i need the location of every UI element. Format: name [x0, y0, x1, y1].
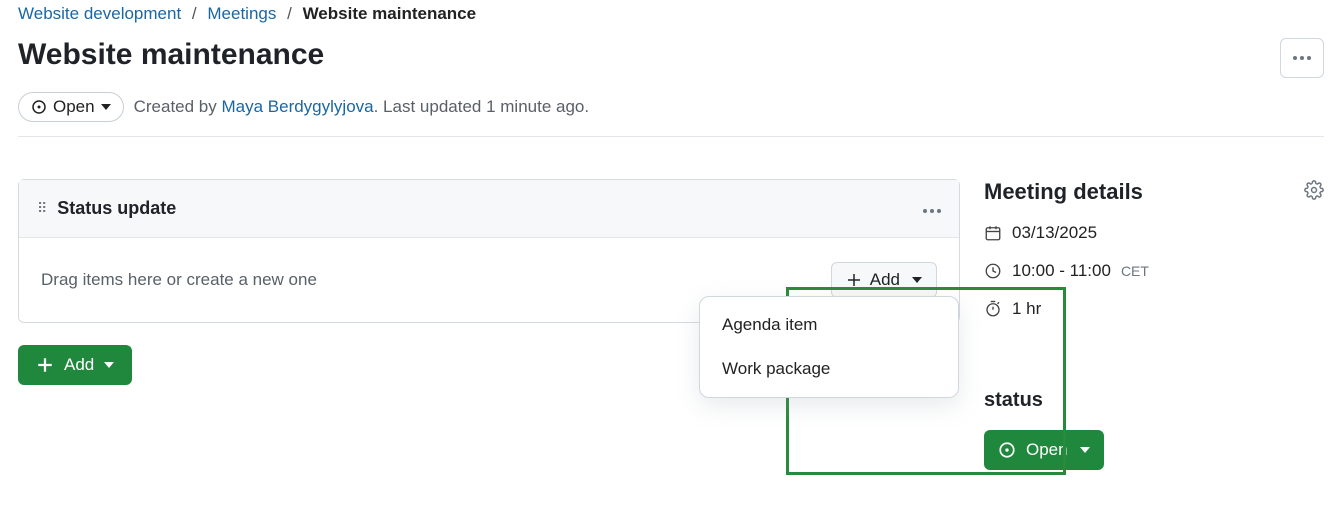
meeting-duration: 1 hr [984, 299, 1324, 319]
meeting-date-value: 03/13/2025 [1012, 223, 1097, 243]
breadcrumb-section[interactable]: Meetings [207, 4, 276, 23]
meeting-time-value: 10:00 - 11:00 [1012, 261, 1111, 281]
caret-down-icon [104, 362, 114, 368]
main-add-button[interactable]: Add [18, 345, 132, 385]
menu-item-agenda-item[interactable]: Agenda item [700, 303, 958, 347]
meeting-status-heading: status [984, 389, 1324, 412]
breadcrumb-current: Website maintenance [303, 4, 477, 23]
main-add-label: Add [64, 355, 94, 375]
meeting-date: 03/13/2025 [984, 223, 1324, 243]
updated-suffix: . Last updated 1 minute ago. [374, 97, 590, 116]
meeting-time: 10:00 - 11:00 CET [984, 261, 1324, 281]
author-link[interactable]: Maya Berdygylyjova [221, 97, 373, 116]
menu-item-work-package[interactable]: Work package [700, 347, 958, 391]
stopwatch-icon [984, 300, 1002, 318]
status-pill[interactable]: Open [18, 92, 124, 122]
caret-down-icon [101, 104, 111, 110]
add-menu-popover: Agenda item Work package [699, 296, 959, 398]
caret-down-icon [1080, 447, 1090, 453]
meta-text: Created by Maya Berdygylyjova. Last upda… [134, 97, 590, 117]
open-circle-icon [998, 441, 1016, 459]
plus-icon [846, 272, 862, 288]
kebab-icon [923, 209, 941, 213]
caret-down-icon [912, 277, 922, 283]
agenda-empty-text: Drag items here or create a new one [41, 270, 317, 290]
agenda-section-more-button[interactable] [923, 209, 941, 213]
meeting-status-label: Open [1026, 440, 1068, 460]
page-more-button[interactable] [1280, 38, 1324, 78]
breadcrumb-sep: / [281, 4, 298, 23]
breadcrumb-parent[interactable]: Website development [18, 4, 181, 23]
meeting-duration-value: 1 hr [1012, 299, 1041, 319]
plus-icon [36, 356, 54, 374]
settings-button[interactable] [1304, 180, 1324, 205]
kebab-icon [1293, 56, 1311, 60]
drag-handle-icon[interactable]: ⠿ [37, 200, 45, 217]
clock-icon [984, 262, 1002, 280]
meeting-timezone: CET [1121, 263, 1149, 279]
meeting-status-button[interactable]: Open [984, 430, 1104, 470]
agenda-add-button[interactable]: Add [831, 262, 937, 298]
open-circle-icon [31, 99, 47, 115]
status-pill-text: Open [53, 97, 95, 117]
calendar-icon [984, 224, 1002, 242]
agenda-add-label: Add [870, 270, 900, 290]
agenda-section: ⠿ Status update Drag items here or creat… [18, 179, 960, 323]
meeting-details-heading: Meeting details [984, 179, 1143, 205]
breadcrumb-sep: / [186, 4, 203, 23]
gear-icon [1304, 180, 1324, 200]
page-title: Website maintenance [18, 38, 324, 72]
breadcrumb: Website development / Meetings / Website… [18, 0, 1324, 34]
created-prefix: Created by [134, 97, 222, 116]
status-line: Open Created by Maya Berdygylyjova. Last… [18, 92, 1324, 137]
agenda-section-title: Status update [57, 198, 176, 219]
